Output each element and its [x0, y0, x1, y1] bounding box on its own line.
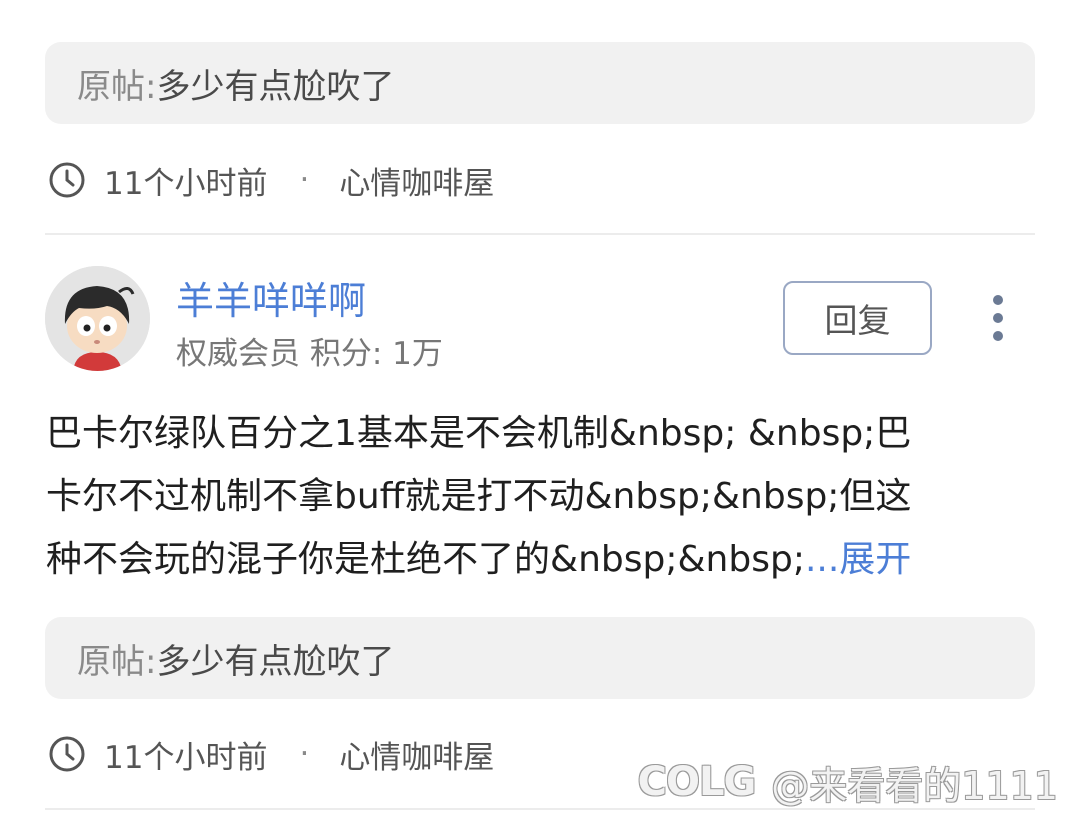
- original-post-quote[interactable]: 原帖: 多少有点尬吹了: [45, 617, 1035, 699]
- meta-separator: ·: [299, 736, 310, 772]
- comment-body-line: 种不会玩的混子你是杜绝不了的&nbsp;&nbsp;...展开: [46, 528, 1036, 591]
- original-post-quote[interactable]: 原帖: 多少有点尬吹了: [45, 42, 1035, 124]
- forum-link[interactable]: 心情咖啡屋: [339, 732, 494, 777]
- expand-link[interactable]: ...展开: [805, 539, 911, 580]
- more-options-icon[interactable]: [984, 292, 1012, 344]
- watermark-text: @来看看的1111: [771, 763, 1058, 808]
- comment-time: 11个小时前: [104, 165, 268, 202]
- watermark-logo: COLG: [637, 759, 757, 805]
- comment-meta: 11个小时前 · 心情咖啡屋: [48, 158, 494, 203]
- meta-separator: ·: [299, 162, 310, 198]
- reply-button[interactable]: 回复: [783, 281, 932, 355]
- comment-body-line: 巴卡尔绿队百分之1基本是不会机制&nbsp; &nbsp;巴: [46, 413, 912, 454]
- comment-body-line: 卡尔不过机制不拿buff就是打不动&nbsp;&nbsp;但这: [46, 476, 912, 517]
- watermark: COLG @来看看的1111: [638, 756, 1058, 808]
- comment-time: 11个小时前: [104, 739, 268, 776]
- clock-icon: [49, 162, 85, 198]
- avatar[interactable]: [45, 266, 150, 371]
- comment-body-line-text: 种不会玩的混子你是杜绝不了的&nbsp;&nbsp;: [46, 539, 805, 580]
- avatar-cartoon-icon: [45, 266, 150, 371]
- reply-button-label: 回复: [824, 301, 891, 340]
- quote-text: 多少有点尬吹了: [156, 66, 395, 107]
- username[interactable]: 羊羊咩咩啊: [176, 270, 366, 325]
- forum-link[interactable]: 心情咖啡屋: [339, 158, 494, 203]
- comment-body: 巴卡尔绿队百分之1基本是不会机制&nbsp; &nbsp;巴 卡尔不过机制不拿b…: [46, 402, 1036, 591]
- clock-icon: [49, 736, 85, 772]
- quote-prefix: 原帖:: [77, 641, 157, 682]
- comment-meta: 11个小时前 · 心情咖啡屋: [48, 732, 494, 777]
- previous-comment-text: ...........: [46, 0, 179, 6]
- quote-prefix: 原帖:: [77, 66, 157, 107]
- divider: [45, 233, 1035, 235]
- user-rank: 权威会员 积分: 1万: [176, 336, 443, 372]
- quote-text: 多少有点尬吹了: [156, 641, 395, 682]
